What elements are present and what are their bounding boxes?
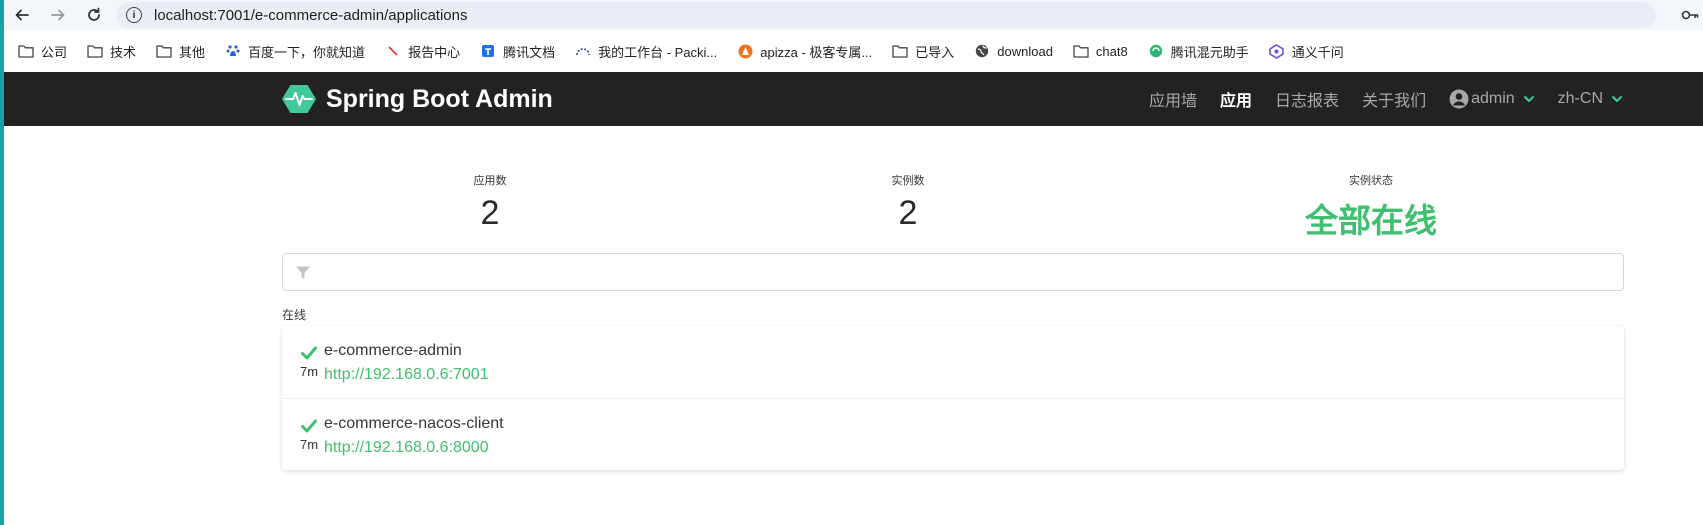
bookmark-report-center[interactable]: 报告中心: [385, 42, 460, 61]
application-row[interactable]: 7m e-commerce-admin http://192.168.0.6:7…: [282, 326, 1624, 399]
uptime: 7m: [300, 437, 319, 452]
nav-item-wallboard[interactable]: 应用墙: [1149, 87, 1197, 111]
key-icon[interactable]: [1681, 7, 1699, 23]
chevron-down-icon: [1612, 96, 1622, 102]
bookmark-tencent-docs[interactable]: 腾讯文档: [480, 42, 555, 61]
chevron-down-icon: [1523, 96, 1534, 102]
stat-instances-value: 2: [898, 194, 918, 232]
arrow-right-icon: [51, 9, 65, 21]
nav-menu: 应用墙 应用 日志报表 关于我们 admin zh-CN: [1126, 72, 1623, 126]
tencent-docs-icon: [480, 43, 496, 59]
folder-icon: [156, 43, 172, 59]
uptime: 7m: [300, 364, 319, 379]
apizza-icon: [737, 43, 753, 59]
forward-button[interactable]: [40, 0, 76, 30]
site-info-icon[interactable]: i: [126, 7, 142, 23]
bookmark-tech[interactable]: 技术: [87, 42, 136, 61]
bookmark-other[interactable]: 其他: [156, 42, 205, 61]
globe-icon: [974, 43, 990, 59]
browser-toolbar: i localhost:7001/e-commerce-admin/applic…: [4, 0, 1703, 30]
bookmark-chat8[interactable]: chat8: [1073, 43, 1128, 59]
stat-instances: 实例数 2: [808, 172, 1008, 233]
bookmark-baidu[interactable]: 百度一下，你就知道: [225, 42, 365, 61]
user-menu[interactable]: admin: [1449, 89, 1535, 109]
filter-icon: [296, 266, 310, 279]
app-navbar: Spring Boot Admin 应用墙 应用 日志报表 关于我们 admin…: [4, 72, 1703, 126]
check-icon: [301, 346, 317, 360]
folder-icon: [18, 43, 34, 59]
nav-item-journal[interactable]: 日志报表: [1275, 87, 1339, 111]
filter-input[interactable]: [282, 253, 1624, 291]
group-label-online: 在线: [282, 308, 307, 322]
reload-button[interactable]: [76, 0, 112, 30]
reload-icon: [88, 7, 100, 21]
stat-instances-label: 实例数: [891, 175, 925, 187]
brand[interactable]: Spring Boot Admin: [282, 72, 553, 126]
stat-applications-value: 2: [480, 194, 500, 232]
bookmark-company[interactable]: 公司: [18, 42, 67, 61]
stat-applications: 应用数 2: [390, 172, 590, 233]
user-circle-icon: [1449, 89, 1469, 109]
bookmark-download[interactable]: download: [974, 43, 1053, 59]
folder-icon: [1073, 43, 1089, 59]
application-name[interactable]: e-commerce-nacos-client: [324, 415, 504, 433]
language-label: zh-CN: [1557, 90, 1603, 107]
language-menu[interactable]: zh-CN: [1558, 90, 1623, 108]
stat-status: 实例状态 全部在线: [1271, 172, 1471, 242]
folder-icon: [87, 43, 103, 59]
bookmarks-bar: 公司 技术 其他 百度一下，你就知道 报告中心 腾讯文档 我的工作台 - Pac…: [4, 30, 1703, 72]
nav-item-applications[interactable]: 应用: [1220, 87, 1252, 111]
application-url-link[interactable]: http://192.168.0.6:8000: [324, 439, 489, 457]
bookmark-workbench[interactable]: 我的工作台 - Packi...: [575, 42, 717, 61]
bookmark-apizza[interactable]: apizza - 极客专属...: [737, 42, 872, 61]
bookmark-tongyi[interactable]: 通义千问: [1269, 42, 1344, 61]
workbench-icon: [575, 43, 591, 59]
application-name[interactable]: e-commerce-admin: [324, 342, 462, 360]
application-url-link[interactable]: http://192.168.0.6:7001: [324, 366, 489, 384]
hunyuan-icon: [1148, 43, 1164, 59]
application-row[interactable]: 7m e-commerce-nacos-client http://192.16…: [282, 399, 1624, 471]
address-bar[interactable]: i localhost:7001/e-commerce-admin/applic…: [116, 2, 1656, 28]
folder-icon: [892, 43, 908, 59]
bookmark-imported[interactable]: 已导入: [892, 42, 954, 61]
stat-applications-label: 应用数: [473, 175, 507, 187]
baidu-icon: [225, 43, 241, 59]
stat-status-value: 全部在线: [1305, 202, 1437, 239]
stat-status-label: 实例状态: [1349, 175, 1393, 187]
arrow-left-icon: [15, 9, 29, 21]
nav-item-about[interactable]: 关于我们: [1362, 87, 1426, 111]
slash-icon: [385, 43, 401, 59]
back-button[interactable]: [4, 0, 40, 30]
bookmark-hunyuan[interactable]: 腾讯混元助手: [1148, 42, 1249, 61]
user-name: admin: [1471, 90, 1515, 107]
heartbeat-logo-icon: [282, 85, 316, 113]
application-list: 7m e-commerce-admin http://192.168.0.6:7…: [282, 326, 1624, 470]
check-icon: [301, 419, 317, 433]
tongyi-icon: [1269, 43, 1285, 59]
app-title: Spring Boot Admin: [326, 84, 553, 113]
url-text: localhost:7001/e-commerce-admin/applicat…: [154, 6, 468, 24]
